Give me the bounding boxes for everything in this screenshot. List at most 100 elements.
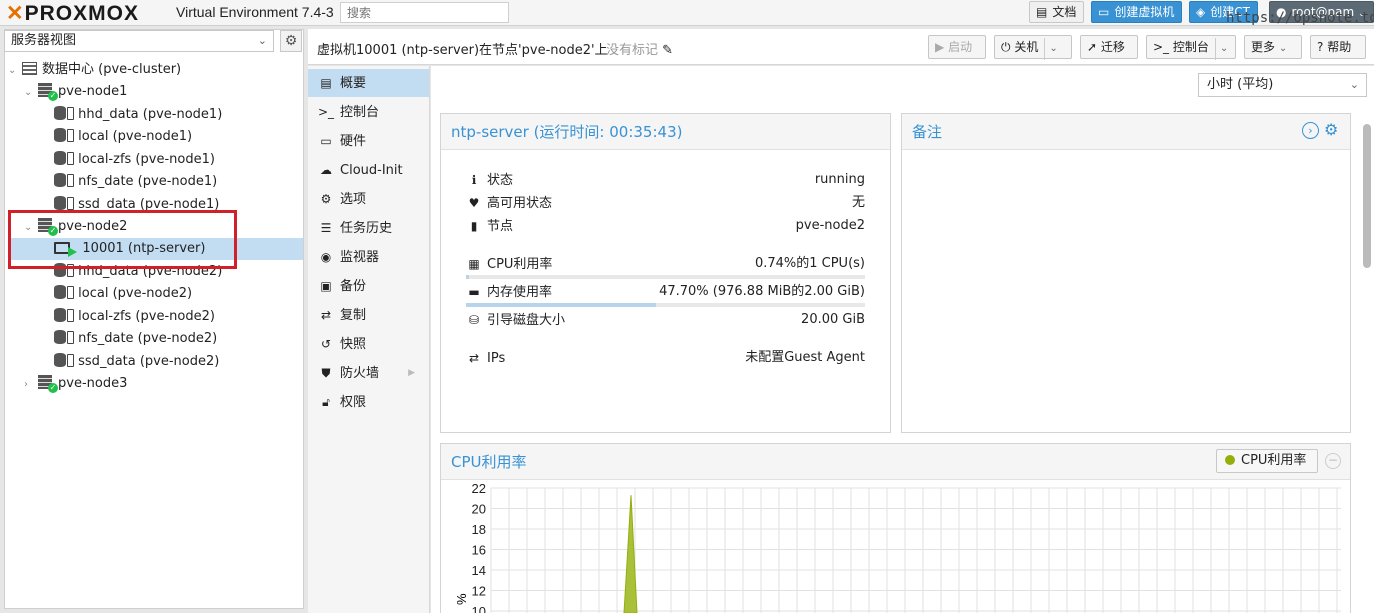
watermark: https://opsnote.top	[1226, 10, 1374, 26]
database-icon	[54, 285, 66, 299]
legend-toggle-cpu[interactable]: CPU利用率	[1216, 449, 1318, 473]
cpu-usage-fill	[466, 275, 469, 279]
content-header: 虚拟机10001 (ntp-server)在节点'pve-node2'上 没有标…	[308, 29, 1374, 65]
disk-icon	[67, 107, 74, 120]
y-tick-label: 16	[472, 543, 486, 558]
memory-usage-fill	[466, 303, 657, 307]
menu-item-options[interactable]: ⚙ 选项	[308, 185, 429, 213]
chevron-down-icon: ⌄	[1278, 43, 1288, 54]
tree-item-storage[interactable]: local-zfs (pve-node1)	[54, 149, 215, 171]
retweet-icon: ⇄	[320, 308, 332, 322]
server-icon: ✓	[38, 375, 58, 393]
tree-item-storage[interactable]: local-zfs (pve-node2)	[54, 306, 215, 328]
menu-item-replication[interactable]: ⇄ 复制	[308, 301, 429, 329]
disk-icon	[67, 331, 74, 344]
menu-item-permissions[interactable]: 🔓︎ 权限	[308, 388, 429, 416]
unlock-icon: 🔓︎	[322, 395, 330, 409]
chevron-down-icon: ⌄	[8, 65, 17, 76]
tree-item-storage[interactable]: local (pve-node2)	[54, 283, 192, 305]
hdd-icon: ⛁	[468, 313, 480, 327]
question-icon: ?	[1317, 40, 1324, 54]
chevron-down-icon: ⌄	[1214, 38, 1228, 60]
menu-item-monitor[interactable]: ◉ 监视器	[308, 243, 429, 271]
minus-circle-icon[interactable]: −	[1325, 453, 1341, 469]
menu-item-backup[interactable]: ▣ 备份	[308, 272, 429, 300]
database-icon	[54, 106, 66, 120]
ips-value: 未配置Guest Agent	[745, 350, 865, 365]
y-tick-label: 22	[472, 481, 486, 496]
menu-item-snapshot[interactable]: ↺ 快照	[308, 330, 429, 358]
notes-panel: 备注	[901, 113, 1351, 433]
database-icon	[54, 353, 66, 367]
info-icon: ℹ	[471, 173, 477, 187]
top-bar: ✕PROXMOX Virtual Environment 7.4-3 ▤文档 ▭…	[0, 0, 1374, 26]
start-button[interactable]: ▶ 启动	[928, 35, 986, 59]
disk-icon	[67, 129, 74, 142]
play-icon: ▶	[935, 40, 945, 54]
menu-item-firewall[interactable]: ⛊ 防火墙 ▶	[308, 359, 429, 387]
more-button[interactable]: 更多 ⌄	[1244, 35, 1302, 59]
chevron-circle-right-icon[interactable]: ›	[1302, 122, 1319, 139]
heartbeat-icon: ♥	[468, 196, 480, 210]
menu-item-hardware[interactable]: ▭ 硬件	[308, 127, 429, 155]
bootdisk-value: 20.00 GiB	[801, 312, 865, 327]
tags-area[interactable]: 没有标记 ✎	[606, 39, 673, 58]
console-button[interactable]: >_ 控制台 ⌄	[1146, 35, 1236, 60]
tree-item-storage[interactable]: nfs_date (pve-node1)	[54, 171, 217, 193]
disk-icon	[67, 152, 74, 165]
node-value: pve-node2	[795, 218, 865, 233]
floppy-icon: ▣	[320, 279, 332, 293]
chevron-right-icon: ›	[24, 379, 28, 390]
disk-icon	[67, 309, 74, 322]
chevron-down-icon: ⌄	[24, 87, 33, 98]
menu-item-task-history[interactable]: ☰ 任务历史	[308, 214, 429, 242]
tree-item-storage[interactable]: ssd_data (pve-node2)	[54, 351, 219, 373]
vm-submenu: ▤ 概要 >_ 控制台 ▭ 硬件 ☁ Cloud-Init ⚙ 选项 ☰ 任务历史 ◉ 监视器…	[308, 66, 430, 613]
building-icon: ▮	[470, 219, 478, 233]
help-button[interactable]: ? 帮助	[1310, 35, 1366, 59]
shutdown-button[interactable]: ⏻ 关机 ⌄	[994, 35, 1072, 60]
version-label: Virtual Environment 7.4-3	[176, 4, 334, 20]
memory-row: ▬ 内存使用率	[466, 283, 552, 301]
node-row: ▮ 节点	[466, 217, 513, 235]
monitor-icon: ▭	[320, 134, 332, 148]
power-icon: ⏻	[1001, 40, 1011, 54]
y-tick-label: 20	[472, 502, 486, 517]
menu-item-cloud-init[interactable]: ☁ Cloud-Init	[308, 156, 429, 184]
ha-row: ♥ 高可用状态	[466, 194, 552, 212]
status-panel-title: ntp-server (运行时间: 00:35:43)	[441, 114, 890, 150]
datacenter-icon	[21, 62, 37, 75]
tree-item-node[interactable]: › ✓ pve-node3	[24, 373, 298, 395]
memory-value: 47.70% (976.88 MiB的2.00 GiB)	[659, 284, 865, 299]
timeframe-selector[interactable]: 小时 (平均) ⌄	[1198, 73, 1367, 97]
migrate-button[interactable]: ➚ 迁移	[1080, 35, 1138, 59]
y-tick-label: 18	[472, 522, 486, 537]
scrollbar[interactable]	[1363, 124, 1371, 268]
tree-item-node[interactable]: ⌄ ✓ pve-node1	[24, 81, 298, 103]
y-axis-label: %	[454, 593, 469, 605]
create-vm-button[interactable]: ▭ 创建虚拟机	[1091, 1, 1183, 23]
cpu-chart: 22 20 18 16 14 12 10%	[454, 481, 1341, 613]
database-icon	[54, 308, 66, 322]
terminal-icon: >_	[1153, 40, 1170, 54]
gear-icon[interactable]: ⚙	[1324, 120, 1338, 139]
tree-item-storage[interactable]: hhd_data (pve-node1)	[54, 104, 222, 126]
server-icon: ✓	[38, 83, 58, 101]
cube-icon: ◈	[1196, 5, 1206, 19]
cpu-value: 0.74%的1 CPU(s)	[754, 256, 865, 271]
tree-item-datacenter[interactable]: ⌄ 数据中心 (pve-cluster)	[8, 59, 298, 81]
shield-icon: ⛊	[321, 366, 331, 380]
tree-item-storage[interactable]: nfs_date (pve-node2)	[54, 328, 217, 350]
memory-usage-bar	[466, 303, 865, 307]
docs-button[interactable]: ▤ 文档	[1029, 1, 1085, 23]
tree-item-storage[interactable]: local (pve-node1)	[54, 126, 192, 148]
search-input[interactable]	[340, 2, 509, 23]
menu-item-console[interactable]: >_ 控制台	[308, 98, 429, 126]
send-icon: ➚	[1087, 40, 1098, 54]
cloud-icon: ☁	[320, 163, 332, 177]
gear-icon[interactable]: ⚙	[280, 30, 302, 52]
view-selector[interactable]: 服务器视图 ⌄	[4, 30, 274, 52]
disk-icon	[67, 174, 74, 187]
status-row: ℹ 状态	[466, 171, 513, 189]
menu-item-summary[interactable]: ▤ 概要	[308, 69, 429, 97]
